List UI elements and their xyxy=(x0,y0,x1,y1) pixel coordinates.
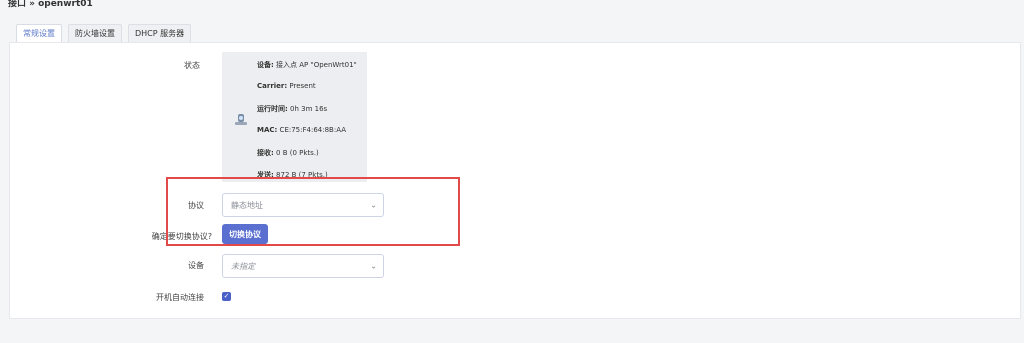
tab-general-settings[interactable]: 常规设置 xyxy=(16,24,62,42)
highlight-box xyxy=(166,177,460,246)
status-device: 设备: 接入点 AP "OpenWrt01" xyxy=(257,61,357,69)
settings-panel xyxy=(9,42,1021,319)
device-select-value: 未指定 xyxy=(231,262,255,271)
status-carrier: Carrier: Present xyxy=(257,82,316,90)
status-mac: MAC: CE:75:F4:64:8B:AA xyxy=(257,126,346,134)
tab-firewall-settings[interactable]: 防火墙设置 xyxy=(68,24,122,42)
device-select[interactable]: 未指定 ⌄ xyxy=(222,254,384,278)
device-label: 设备 xyxy=(188,261,204,270)
autostart-label: 开机自动连接 xyxy=(156,293,204,302)
chevron-down-icon: ⌄ xyxy=(370,261,377,271)
status-uptime: 运行时间: 0h 3m 16s xyxy=(257,105,328,113)
status-label: 状态 xyxy=(184,61,200,70)
autostart-checkbox[interactable]: ✓ xyxy=(222,292,231,301)
tab-bar: 常规设置 防火墙设置 DHCP 服务器 xyxy=(16,24,192,42)
status-rx: 接收: 0 B (0 Pkts.) xyxy=(257,149,319,157)
tab-dhcp-server[interactable]: DHCP 服务器 xyxy=(128,24,192,42)
breadcrumb: 接口 » openwrt01 xyxy=(8,0,93,9)
wireless-interface-icon xyxy=(235,114,247,125)
